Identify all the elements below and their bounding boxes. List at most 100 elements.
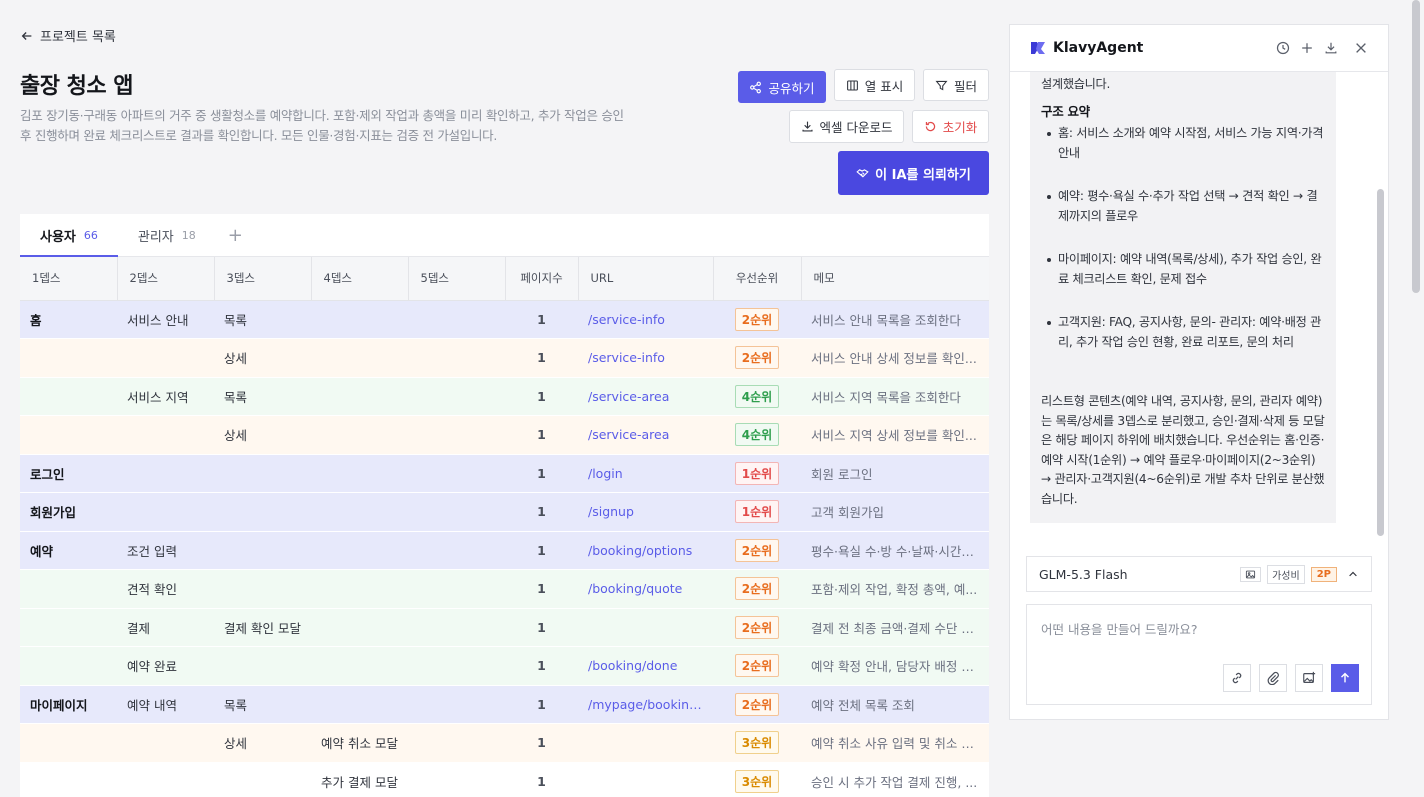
model-selector[interactable]: GLM-5.3 Flash 가성비 2P bbox=[1026, 556, 1372, 592]
cell-pages[interactable]: 1 bbox=[505, 723, 578, 763]
col-url[interactable]: URL bbox=[578, 257, 714, 301]
table-row[interactable]: 로그인 1/login 1순위 회원 로그인 bbox=[20, 454, 989, 493]
cell-depth4[interactable] bbox=[311, 608, 408, 647]
cell-depth3[interactable]: 목록 bbox=[214, 300, 311, 339]
cell-depth4[interactable] bbox=[311, 377, 408, 416]
cell-depth5[interactable] bbox=[408, 454, 505, 493]
cell-pages[interactable]: 1 bbox=[505, 338, 578, 378]
cell-depth4[interactable] bbox=[311, 531, 408, 570]
cell-depth2[interactable] bbox=[117, 415, 214, 455]
cell-memo[interactable]: 서비스 지역 상세 정보를 확인... bbox=[801, 415, 989, 455]
cell-depth3[interactable]: 상세 bbox=[214, 723, 311, 763]
cell-depth3[interactable]: 목록 bbox=[214, 685, 311, 724]
cell-priority[interactable]: 3순위 bbox=[713, 723, 801, 763]
cell-pages[interactable]: 1 bbox=[505, 646, 578, 686]
cell-depth3[interactable]: 상세 bbox=[214, 415, 311, 455]
cell-depth2[interactable]: 예약 완료 bbox=[117, 646, 214, 686]
cell-pages[interactable]: 1 bbox=[505, 377, 578, 416]
cell-priority[interactable]: 1순위 bbox=[713, 454, 801, 493]
cell-url[interactable]: /signup bbox=[578, 492, 713, 532]
cell-depth1[interactable] bbox=[20, 646, 117, 686]
cell-depth4[interactable] bbox=[311, 569, 408, 609]
cell-depth5[interactable] bbox=[408, 492, 505, 532]
cell-url[interactable] bbox=[578, 608, 713, 647]
cell-depth4[interactable] bbox=[311, 454, 408, 493]
table-row[interactable]: 홈 서비스 안내 목록 1/service-info 2순위 서비스 안내 목록을 조회한… bbox=[20, 300, 989, 339]
link-button[interactable] bbox=[1223, 664, 1251, 692]
cell-depth2[interactable] bbox=[117, 492, 214, 532]
cell-pages[interactable]: 1 bbox=[505, 531, 578, 570]
reset-button[interactable]: 초기화 bbox=[912, 110, 989, 143]
cell-depth1[interactable]: 로그인 bbox=[20, 454, 117, 493]
cell-depth1[interactable]: 회원가입 bbox=[20, 492, 117, 532]
cell-depth1[interactable]: 예약 bbox=[20, 531, 117, 570]
cell-depth2[interactable]: 서비스 안내 bbox=[117, 300, 214, 339]
cell-depth5[interactable] bbox=[408, 762, 505, 797]
cell-priority[interactable]: 2순위 bbox=[713, 685, 801, 724]
table-row[interactable]: 결제 결제 확인 모달 1 2순위 결제 전 최종 금액·결제 수단 확인 bbox=[20, 608, 989, 647]
cell-pages[interactable]: 1 bbox=[505, 492, 578, 532]
tab-admin[interactable]: 관리자 18 bbox=[118, 214, 216, 256]
chevron-up-icon[interactable] bbox=[1347, 568, 1359, 580]
cell-priority[interactable]: 2순위 bbox=[713, 531, 801, 570]
cell-url[interactable]: /booking/options bbox=[578, 531, 713, 570]
cell-memo[interactable]: 회원 로그인 bbox=[801, 454, 989, 493]
cell-url[interactable] bbox=[578, 723, 713, 763]
cell-depth1[interactable] bbox=[20, 415, 117, 455]
cell-url[interactable]: /service-info bbox=[578, 300, 713, 339]
cell-depth2[interactable] bbox=[117, 723, 214, 763]
cell-priority[interactable]: 3순위 bbox=[713, 762, 801, 797]
table-row[interactable]: 서비스 지역 목록 1/service-area 4순위 서비스 지역 목록을 조회한다 bbox=[20, 377, 989, 416]
cell-url[interactable]: /service-info bbox=[578, 338, 713, 378]
cell-depth4[interactable] bbox=[311, 338, 408, 378]
cell-depth5[interactable] bbox=[408, 685, 505, 724]
table-row[interactable]: 추가 결제 모달 1 3순위 승인 시 추가 작업 결제 진행, ... bbox=[20, 762, 989, 797]
table-row[interactable]: 상세 1/service-area 4순위 서비스 지역 상세 정보를 확인... bbox=[20, 415, 989, 455]
cell-depth5[interactable] bbox=[408, 531, 505, 570]
cell-url[interactable]: /service-area bbox=[578, 415, 713, 455]
cell-memo[interactable]: 서비스 안내 목록을 조회한다 bbox=[801, 300, 989, 339]
new-chat-icon[interactable] bbox=[1300, 41, 1314, 55]
cell-depth4[interactable]: 예약 취소 모달 bbox=[311, 723, 408, 763]
cell-depth1[interactable] bbox=[20, 377, 117, 416]
cell-priority[interactable]: 1순위 bbox=[713, 492, 801, 532]
cell-pages[interactable]: 1 bbox=[505, 569, 578, 609]
cell-pages[interactable]: 1 bbox=[505, 300, 578, 339]
cell-memo[interactable]: 예약 취소 사유 입력 및 취소 확인 bbox=[801, 723, 989, 763]
chat-input[interactable] bbox=[1027, 605, 1371, 653]
col-depth2[interactable]: 2뎁스 bbox=[117, 257, 215, 301]
cell-depth3[interactable]: 상세 bbox=[214, 338, 311, 378]
cell-depth4[interactable] bbox=[311, 300, 408, 339]
cell-depth5[interactable] bbox=[408, 646, 505, 686]
cell-url[interactable]: /service-area bbox=[578, 377, 713, 416]
table-row[interactable]: 예약 완료 1/booking/done 2순위 예약 확정 안내, 담당자 배정 예… bbox=[20, 646, 989, 686]
filter-button[interactable]: 필터 bbox=[923, 69, 989, 101]
cell-depth3[interactable] bbox=[214, 762, 311, 797]
cell-depth2[interactable] bbox=[117, 762, 214, 797]
col-depth5[interactable]: 5뎁스 bbox=[408, 257, 506, 301]
image-upload-button[interactable] bbox=[1295, 664, 1323, 692]
cell-depth1[interactable]: 마이페이지 bbox=[20, 685, 117, 724]
cell-url[interactable]: /booking/quote bbox=[578, 569, 713, 609]
cell-depth4[interactable] bbox=[311, 646, 408, 686]
cell-pages[interactable]: 1 bbox=[505, 685, 578, 724]
back-to-project-list[interactable]: 프로젝트 목록 bbox=[20, 26, 116, 45]
request-ia-button[interactable]: 이 IA를 의뢰하기 bbox=[838, 151, 989, 195]
cell-depth4[interactable] bbox=[311, 685, 408, 724]
page-scrollbar[interactable] bbox=[1412, 0, 1420, 293]
cell-priority[interactable]: 2순위 bbox=[713, 338, 801, 378]
cell-depth4[interactable]: 추가 결제 모달 bbox=[311, 762, 408, 797]
cell-pages[interactable]: 1 bbox=[505, 415, 578, 455]
table-row[interactable]: 상세 예약 취소 모달 1 3순위 예약 취소 사유 입력 및 취소 확인 bbox=[20, 723, 989, 763]
table-row[interactable]: 견적 확인 1/booking/quote 2순위 포함·제외 작업, 확정 총액, … bbox=[20, 569, 989, 609]
cell-depth2[interactable]: 조건 입력 bbox=[117, 531, 214, 570]
cell-priority[interactable]: 4순위 bbox=[713, 415, 801, 455]
cell-depth1[interactable] bbox=[20, 338, 117, 378]
cell-priority[interactable]: 4순위 bbox=[713, 377, 801, 416]
cell-depth3[interactable] bbox=[214, 492, 311, 532]
cell-depth5[interactable] bbox=[408, 723, 505, 763]
table-row[interactable]: 회원가입 1/signup 1순위 고객 회원가입 bbox=[20, 492, 989, 532]
cell-depth2[interactable]: 서비스 지역 bbox=[117, 377, 214, 416]
cell-pages[interactable]: 1 bbox=[505, 762, 578, 797]
cell-depth5[interactable] bbox=[408, 338, 505, 378]
